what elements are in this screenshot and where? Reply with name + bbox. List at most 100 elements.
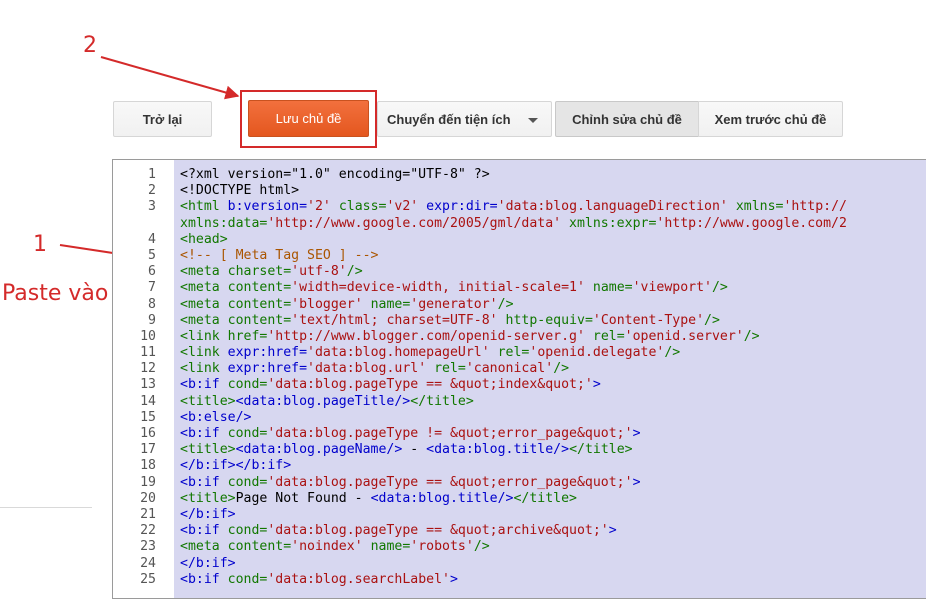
code-token: 'http://www.blogger.com/openid-server.g' [267,328,585,344]
line-number: 23 [140,539,156,555]
code-line[interactable]: 20 <title>Page Not Found - <data:blog.tit… [113,491,926,507]
code-token: 'data:blog.pageType == &quot;index&quot;… [267,377,593,393]
code-token: </b:if> [180,555,236,571]
code-line[interactable]: 21 </b:if> [113,507,926,523]
step-1-label: 1 [33,232,47,257]
code-token: Page Not Found - [235,490,371,506]
code-token: expr:href= [227,361,308,377]
code-token: <data:blog.title/> [426,442,570,458]
code-line[interactable]: 5 <!-- [ Meta Tag SEO ] --> [113,248,926,264]
code-token: <?xml version="1.0" encoding="UTF-8" ?> [180,167,490,182]
code-line[interactable]: 25 <b:if cond='data:blog.searchLabel'> [113,572,926,588]
code-token: 'width=device-width, initial-scale=1' [291,280,585,296]
code-lines: 1 <?xml version="1.0" encoding="UTF-8" ?>… [113,167,926,588]
preview-theme-tab[interactable]: Xem trước chủ đề [698,101,843,137]
line-number: 24 [140,555,156,571]
line-number: 16 [140,426,156,441]
line-number: 14 [140,393,156,409]
code-token: <b:if [180,377,228,393]
code-line[interactable]: 24 </b:if> [113,556,926,572]
code-token: /> [346,264,363,280]
code-text: xmlns:data='http://www.google.com/2005/g… [180,216,847,232]
code-token: > [632,426,641,441]
code-line[interactable]: 9 <meta content='text/html; charset=UTF-8… [113,313,926,329]
step-2-label: 2 [83,33,97,58]
line-number: 1 [148,167,156,182]
code-text: <b:if cond='data:blog.pageType != &quot;… [180,426,641,442]
code-line[interactable]: 3 <html b:version='2' class='v2' expr:dir… [113,199,926,215]
code-line[interactable]: 14 <title><data:blog.pageTitle/></title> [113,394,926,410]
code-line[interactable]: xmlns:data='http://www.google.com/2005/g… [113,216,926,232]
code-token: <html [180,199,228,215]
line-number: 25 [140,571,156,587]
line-number: 17 [140,442,156,458]
code-token: </title> [410,393,474,409]
code-token: <meta [180,296,228,312]
code-token: <title> [180,393,236,409]
save-theme-button[interactable]: Lưu chủ đề [248,100,369,137]
code-token: content= [227,280,292,296]
goto-widget-label: Chuyển đến tiện ích [387,111,511,127]
code-token: /> [704,312,720,328]
code-text: <html b:version='2' class='v2' expr:dir=… [180,199,847,215]
code-token: 'http:// [783,199,847,215]
code-token: 'robots' [410,539,474,555]
code-token: <data:blog.title/> [370,490,514,506]
code-token: name= [584,280,633,296]
code-token: cond= [227,426,268,441]
code-text: <b:if cond='data:blog.pageType == &quot;… [180,523,617,539]
goto-widget-dropdown[interactable]: Chuyển đến tiện ích [377,101,552,137]
code-token: class= [330,199,387,215]
line-number: 19 [140,474,156,490]
code-editor[interactable]: 1 <?xml version="1.0" encoding="UTF-8" ?>… [112,159,926,599]
code-line[interactable]: 23 <meta content='noindex' name='robots'/… [113,539,926,555]
code-token: content= [227,312,292,328]
code-text: <head> [180,232,228,248]
code-token: http-equiv= [497,312,593,328]
edit-theme-tab[interactable]: Chỉnh sửa chủ đề [555,101,699,137]
code-token: </b:if> [180,506,236,522]
code-line[interactable]: 8 <meta content='blogger' name='generator… [113,297,926,313]
code-token: 'text/html; charset=UTF-8' [291,312,498,328]
code-line[interactable]: 18 </b:if></b:if> [113,458,926,474]
code-token: <b:if [180,474,228,490]
code-token: name= [362,539,411,555]
code-token: expr:dir= [418,199,498,215]
code-line[interactable]: 2 <!DOCTYPE html> [113,183,926,199]
code-line[interactable]: 16 <b:if cond='data:blog.pageType != &quo… [113,426,926,442]
code-token: 'data:blog.languageDirection' [497,199,728,215]
code-line[interactable]: 1 <?xml version="1.0" encoding="UTF-8" ?> [113,167,926,183]
code-line[interactable]: 11 <link expr:href='data:blog.homepageUrl… [113,345,926,361]
code-token: 'data:blog.pageType == &quot;error_page&… [267,474,633,490]
save-theme-label: Lưu chủ đề [275,111,342,126]
code-token: > [592,377,601,393]
code-line[interactable]: 7 <meta content='width=device-width, init… [113,280,926,296]
code-text: <title>Page Not Found - <data:blog.title… [180,491,577,507]
code-token: 'openid.delegate' [529,345,665,361]
code-token: <meta [180,312,228,328]
code-token: 'data:blog.homepageUrl' [307,345,490,361]
code-token: /> [664,345,681,361]
back-button[interactable]: Trở lại [113,101,212,137]
code-token: cond= [227,523,268,539]
edit-theme-label: Chỉnh sửa chủ đề [572,111,682,127]
code-line[interactable]: 10 <link href='http://www.blogger.com/ope… [113,329,926,345]
code-line[interactable]: 22 <b:if cond='data:blog.pageType == &quo… [113,523,926,539]
code-text: <meta content='noindex' name='robots'/> [180,539,490,555]
line-number: 9 [148,312,156,328]
code-line[interactable]: 19 <b:if cond='data:blog.pageType == &quo… [113,475,926,491]
line-number: 7 [148,280,156,296]
code-token: 'v2' [386,199,419,215]
code-line[interactable]: 17 <title><data:blog.pageName/> - <data:b… [113,442,926,458]
code-line[interactable]: 4 <head> [113,232,926,248]
code-token: <data:blog.pageTitle/> [235,393,411,409]
arrow-to-save [100,56,240,100]
code-token: 'canonical' [465,361,554,377]
code-line[interactable]: 12 <link expr:href='data:blog.url' rel='c… [113,361,926,377]
code-line[interactable]: 13 <b:if cond='data:blog.pageType == &quo… [113,377,926,393]
code-token: href= [227,328,268,344]
code-line[interactable]: 6 <meta charset='utf-8'/> [113,264,926,280]
divider [0,507,92,508]
code-line[interactable]: 15 <b:else/> [113,410,926,426]
code-token: content= [227,539,292,555]
